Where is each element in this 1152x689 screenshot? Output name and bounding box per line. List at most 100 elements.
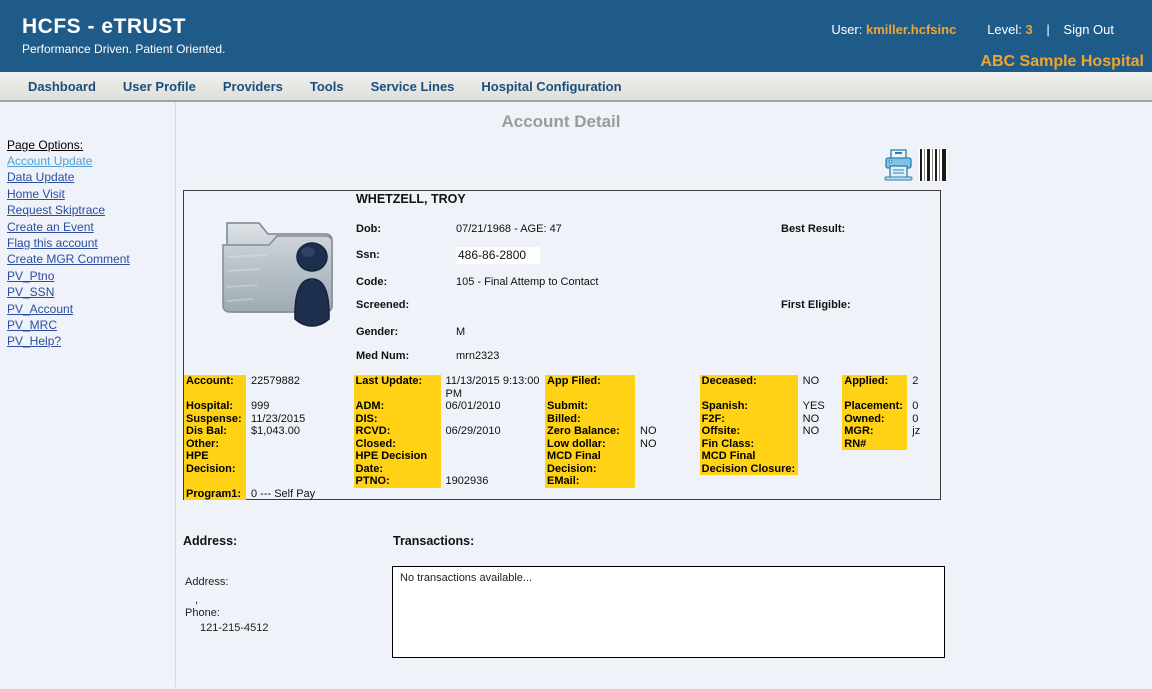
patient-folder-icon [209, 197, 346, 333]
nav-item-user-profile[interactable]: User Profile [123, 79, 196, 94]
patient-field-value: M [456, 326, 465, 338]
grid-field-label: MCD Final Decision Closure: [700, 450, 798, 475]
sidebar-link-pv-ssn[interactable]: PV_SSN [7, 284, 175, 300]
grid-row: Placement:0 [842, 400, 940, 413]
grid-field-label: Submit: [545, 400, 635, 413]
user-label: User: [831, 22, 862, 37]
grid-field-label: Last Update: [354, 375, 441, 400]
user-name: kmiller.hcfsinc [866, 22, 956, 37]
grid-field-value: NO [798, 413, 843, 426]
grid-field-label [184, 475, 246, 488]
transactions-empty-message: No transactions available... [400, 572, 532, 584]
brand-block: HCFS - eTRUST Performance Driven. Patien… [22, 15, 225, 56]
sidebar-links: Account UpdateData UpdateHome VisitReque… [7, 153, 175, 350]
grid-field-value [246, 388, 354, 401]
grid-row: DIS: [354, 413, 546, 426]
grid-field-label: F2F: [700, 413, 798, 426]
grid-row [545, 388, 700, 401]
nav-item-hospital-configuration[interactable]: Hospital Configuration [481, 79, 621, 94]
nav-item-dashboard[interactable]: Dashboard [28, 79, 96, 94]
grid-field-value: 11/13/2015 9:13:00 PM [441, 375, 546, 400]
app-title: HCFS - eTRUST [22, 15, 225, 39]
patient-field-label: Gender: [356, 326, 456, 338]
grid-field-label [184, 388, 246, 401]
sidebar-link-pv-help[interactable]: PV_Help? [7, 333, 175, 349]
patient-field-med-num: Med Num:mrn2323 [356, 350, 456, 362]
patient-field-code: Code:105 - Final Attemp to Contact [356, 276, 456, 288]
printer-icon[interactable] [883, 148, 914, 186]
grid-field-label: PTNO: [354, 475, 441, 488]
sidebar-link-request-skiptrace[interactable]: Request Skiptrace [7, 202, 175, 218]
grid-field-label: Owned: [842, 413, 907, 426]
grid-field-value: 0 [907, 413, 940, 426]
grid-field-value [798, 438, 843, 451]
patient-field-label: Code: [356, 276, 456, 288]
phone-value: 121-215-4512 [200, 622, 269, 634]
grid-field-label [545, 388, 635, 401]
barcode-icon[interactable] [919, 148, 947, 187]
sidebar-link-create-an-event[interactable]: Create an Event [7, 219, 175, 235]
grid-row: MGR:jz [842, 425, 940, 438]
address-label: Address: [185, 576, 228, 588]
nav-item-providers[interactable]: Providers [223, 79, 283, 94]
transactions-panel: No transactions available... [392, 566, 945, 658]
grid-row: Zero Balance:NO [545, 425, 700, 438]
page-title: Account Detail [183, 112, 939, 132]
grid-field-label: Program1: [184, 488, 246, 501]
grid-row: HPE Decision Date: [354, 450, 546, 475]
sidebar-link-pv-ptno[interactable]: PV_Ptno [7, 268, 175, 284]
grid-field-label [700, 388, 798, 401]
grid-field-label: Deceased: [700, 375, 798, 388]
address-section-title: Address: [183, 534, 237, 548]
sidebar-link-pv-account[interactable]: PV_Account [7, 301, 175, 317]
sidebar-link-data-update[interactable]: Data Update [7, 169, 175, 185]
grid-row: Offsite:NO [700, 425, 843, 438]
grid-field-label: Fin Class: [700, 438, 798, 451]
account-detail-panel: WHETZELL, TROY Dob:07/21/1968 - AGE: 47S… [183, 190, 941, 500]
grid-field-label: Spanish: [700, 400, 798, 413]
grid-field-value [907, 438, 940, 451]
sign-out-link[interactable]: Sign Out [1063, 22, 1114, 37]
patient-field-ssn: Ssn:486-86-2800 [356, 249, 456, 261]
grid-row: Owned:0 [842, 413, 940, 426]
grid-row: Low dollar:NO [545, 438, 700, 451]
address-city-line: , [195, 594, 198, 606]
grid-field-value [635, 400, 700, 413]
grid-field-label: App Filed: [545, 375, 635, 388]
grid-field-value: 06/01/2010 [441, 400, 546, 413]
grid-row: App Filed: [545, 375, 700, 388]
sidebar-link-pv-mrc[interactable]: PV_MRC [7, 317, 175, 333]
grid-field-value: jz [907, 425, 940, 438]
grid-field-value [798, 388, 843, 401]
level-value: 3 [1026, 22, 1033, 37]
main-nav: Dashboard User Profile Providers Tools Servi… [0, 72, 1152, 102]
hospital-name: ABC Sample Hospital [980, 53, 1144, 71]
grid-row: ADM:06/01/2010 [354, 400, 546, 413]
patient-field-label: Med Num: [356, 350, 456, 362]
sidebar-link-flag-this-account[interactable]: Flag this account [7, 235, 175, 251]
grid-field-value [635, 413, 700, 426]
grid-row: Applied:2 [842, 375, 940, 388]
nav-item-service-lines[interactable]: Service Lines [371, 79, 455, 94]
grid-row: Closed: [354, 438, 546, 451]
grid-row [700, 388, 843, 401]
nav-item-tools[interactable]: Tools [310, 79, 344, 94]
grid-row: Account:22579882 [184, 375, 354, 388]
app-header: HCFS - eTRUST Performance Driven. Patien… [0, 0, 1152, 72]
separator: | [1046, 22, 1049, 37]
page-options-title: Page Options: [7, 138, 175, 152]
phone-label: Phone: [185, 607, 220, 619]
sidebar-link-home-visit[interactable]: Home Visit [7, 186, 175, 202]
transactions-section-title: Transactions: [393, 534, 474, 548]
spacer [970, 22, 974, 37]
grid-column-5: Applied:2Placement:0Owned:0MGR:jzRN# [842, 375, 940, 450]
sidebar-link-account-update[interactable]: Account Update [7, 153, 175, 169]
grid-row: PTNO:1902936 [354, 475, 546, 488]
sidebar-link-create-mgr-comment[interactable]: Create MGR Comment [7, 251, 175, 267]
patient-field-label: Screened: [356, 299, 456, 311]
grid-field-label: Account: [184, 375, 246, 388]
patient-field-screened: Screened: [356, 299, 456, 311]
grid-field-value: 0 [907, 400, 940, 413]
patient-field-value: 07/21/1968 - AGE: 47 [456, 223, 562, 235]
grid-row: MCD Final Decision Closure: [700, 450, 843, 475]
